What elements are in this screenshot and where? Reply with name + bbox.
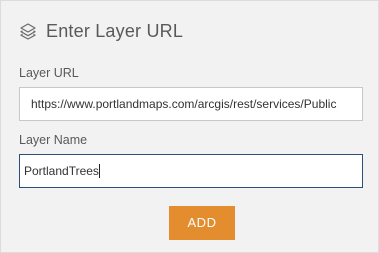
enter-layer-url-panel: Enter Layer URL Layer URL https://www.po… xyxy=(0,0,379,253)
text-caret xyxy=(98,163,100,178)
layer-url-input[interactable]: https://www.portlandmaps.com/arcgis/rest… xyxy=(19,87,363,121)
panel-title: Enter Layer URL xyxy=(46,21,184,41)
panel-header: Enter Layer URL xyxy=(19,20,183,42)
add-button[interactable]: ADD xyxy=(169,206,235,240)
layer-url-value: https://www.portlandmaps.com/arcgis/rest… xyxy=(31,97,337,111)
layer-name-input[interactable]: PortlandTrees xyxy=(19,154,363,188)
layers-icon xyxy=(19,22,37,40)
layer-name-label: Layer Name xyxy=(19,133,88,147)
layer-url-label: Layer URL xyxy=(19,66,79,80)
layer-name-value: PortlandTrees xyxy=(24,164,99,178)
